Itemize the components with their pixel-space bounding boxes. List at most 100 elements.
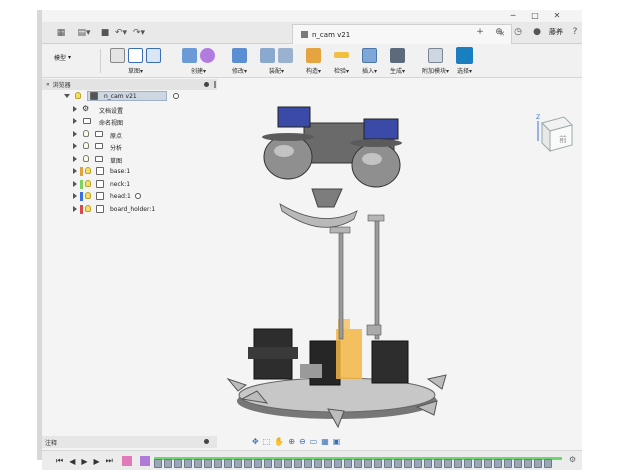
job-status-icon[interactable]: ◷	[511, 25, 525, 39]
new-tab-icon[interactable]: +	[473, 25, 487, 39]
timeline-feature[interactable]	[204, 459, 212, 468]
viewports-icon[interactable]: ▣	[333, 437, 341, 447]
timeline-feature[interactable]	[344, 459, 352, 468]
visibility-bulb-icon[interactable]	[85, 167, 91, 174]
ribbon-group-insert[interactable]: 插入▾	[362, 46, 377, 76]
form-icon[interactable]	[200, 47, 215, 63]
timeline-feature[interactable]	[394, 459, 402, 468]
activate-radio-icon[interactable]	[173, 93, 179, 99]
3d-print-icon[interactable]	[390, 47, 405, 63]
tree-item-component[interactable]: base:1	[42, 165, 217, 178]
insert-image-icon[interactable]	[362, 47, 377, 63]
timeline-feature[interactable]	[184, 459, 192, 468]
ribbon-group-sketch[interactable]: 草图▾	[110, 46, 161, 76]
timeline-feature[interactable]	[464, 459, 472, 468]
ribbon-group-create[interactable]: 创建▾	[182, 46, 215, 76]
expand-triangle-icon[interactable]	[73, 205, 77, 212]
comments-pin-icon[interactable]	[204, 439, 209, 444]
visibility-bulb-icon[interactable]	[85, 179, 91, 187]
timeline-feature[interactable]	[484, 459, 492, 468]
press-pull-icon[interactable]	[232, 47, 247, 63]
new-component-icon[interactable]	[260, 47, 275, 63]
activate-radio-icon[interactable]	[135, 193, 141, 199]
comments-panel[interactable]: 注释	[42, 436, 217, 448]
go-to-end-icon[interactable]: ⏭	[106, 456, 113, 466]
timeline-feature[interactable]	[164, 459, 172, 468]
pan-icon[interactable]: ✋	[274, 437, 284, 447]
expand-triangle-icon[interactable]	[73, 155, 77, 162]
extensions-icon[interactable]: ⊕	[492, 25, 506, 39]
scripts-icon[interactable]	[428, 47, 443, 63]
ribbon-group-addins[interactable]: 附加模块▾	[422, 46, 449, 76]
undo-icon[interactable]: ↶▾	[114, 26, 128, 40]
timeline-feature[interactable]	[214, 459, 222, 468]
step-back-icon[interactable]: ◀	[69, 457, 75, 466]
view-cube[interactable]: 前 Z	[530, 111, 576, 159]
tree-root-row[interactable]: n_cam v21	[42, 90, 217, 103]
visibility-bulb-icon[interactable]	[85, 192, 91, 199]
ribbon-group-assemble[interactable]: 装配▾	[260, 46, 293, 76]
timeline-feature[interactable]	[284, 459, 292, 468]
help-icon[interactable]: ?	[568, 25, 582, 39]
line-icon[interactable]	[128, 47, 143, 63]
timeline-marker[interactable]	[140, 456, 150, 466]
expand-triangle-icon[interactable]	[73, 143, 77, 149]
redo-icon[interactable]: ↷▾	[132, 26, 146, 40]
ribbon-group-select[interactable]: 选择▾	[456, 46, 473, 76]
tree-item-component[interactable]: head:1	[42, 190, 217, 203]
timeline-feature[interactable]	[354, 459, 362, 468]
timeline-feature[interactable]	[534, 459, 542, 468]
orbit-icon[interactable]: ✥	[252, 437, 259, 447]
timeline-feature[interactable]	[424, 459, 432, 468]
expand-triangle-icon[interactable]	[73, 168, 77, 174]
zoom-window-icon[interactable]: ⊖	[299, 437, 306, 447]
zoom-icon[interactable]: ⊕	[288, 437, 295, 447]
browser-collapse-icon[interactable]: «	[46, 81, 50, 88]
close-button[interactable]: ✕	[546, 10, 568, 22]
timeline-feature[interactable]	[384, 459, 392, 468]
go-to-start-icon[interactable]: ⏮	[56, 456, 63, 466]
expand-triangle-icon[interactable]	[73, 130, 77, 137]
timeline-feature[interactable]	[244, 459, 252, 468]
timeline-feature[interactable]	[334, 459, 342, 468]
file-menu-icon[interactable]: ▤▾	[76, 26, 92, 40]
look-at-icon[interactable]: ⬚	[263, 437, 271, 447]
tree-item-component[interactable]: board_holder:1	[42, 203, 217, 216]
visibility-bulb-icon[interactable]	[83, 154, 89, 162]
expand-triangle-icon[interactable]	[64, 94, 70, 98]
timeline-feature[interactable]	[254, 459, 262, 468]
timeline-feature[interactable]	[174, 459, 182, 468]
timeline-feature[interactable]	[544, 459, 552, 468]
tree-item-origin[interactable]: 原点	[42, 128, 217, 141]
tree-item-named-views[interactable]: 命名视图	[42, 115, 217, 128]
save-icon[interactable]: ■	[100, 26, 110, 40]
timeline-feature[interactable]	[194, 459, 202, 468]
play-icon[interactable]: ▶	[81, 457, 87, 466]
tree-item-document-settings[interactable]: ⚙ 文档设置	[42, 103, 217, 116]
notifications-icon[interactable]: ●	[530, 25, 544, 39]
measure-icon[interactable]	[334, 52, 349, 58]
timeline-feature[interactable]	[324, 459, 332, 468]
timeline-feature[interactable]	[434, 459, 442, 468]
rectangle-icon[interactable]	[146, 47, 161, 63]
tree-item-sketches[interactable]: 草图	[42, 153, 217, 166]
joint-icon[interactable]	[278, 47, 293, 63]
timeline-settings-icon[interactable]: ⚙	[569, 455, 576, 464]
workspace-switcher[interactable]: 模型 ▾	[54, 53, 71, 62]
browser-pin-icon[interactable]	[204, 82, 209, 87]
visibility-bulb-icon[interactable]	[75, 92, 81, 99]
timeline-feature[interactable]	[234, 459, 242, 468]
timeline-feature[interactable]	[264, 459, 272, 468]
create-sketch-icon[interactable]	[110, 47, 125, 63]
select-cursor-icon[interactable]	[456, 46, 473, 64]
user-name[interactable]: 藤养	[549, 27, 563, 37]
minimize-button[interactable]: ─	[502, 10, 524, 22]
timeline-feature[interactable]	[524, 459, 532, 468]
step-forward-icon[interactable]: ▶	[94, 457, 100, 466]
maximize-button[interactable]: □	[524, 10, 546, 22]
timeline-feature[interactable]	[304, 459, 312, 468]
timeline-feature[interactable]	[514, 459, 522, 468]
offset-plane-icon[interactable]	[306, 47, 321, 63]
timeline-feature[interactable]	[444, 459, 452, 468]
timeline-feature[interactable]	[364, 459, 372, 468]
